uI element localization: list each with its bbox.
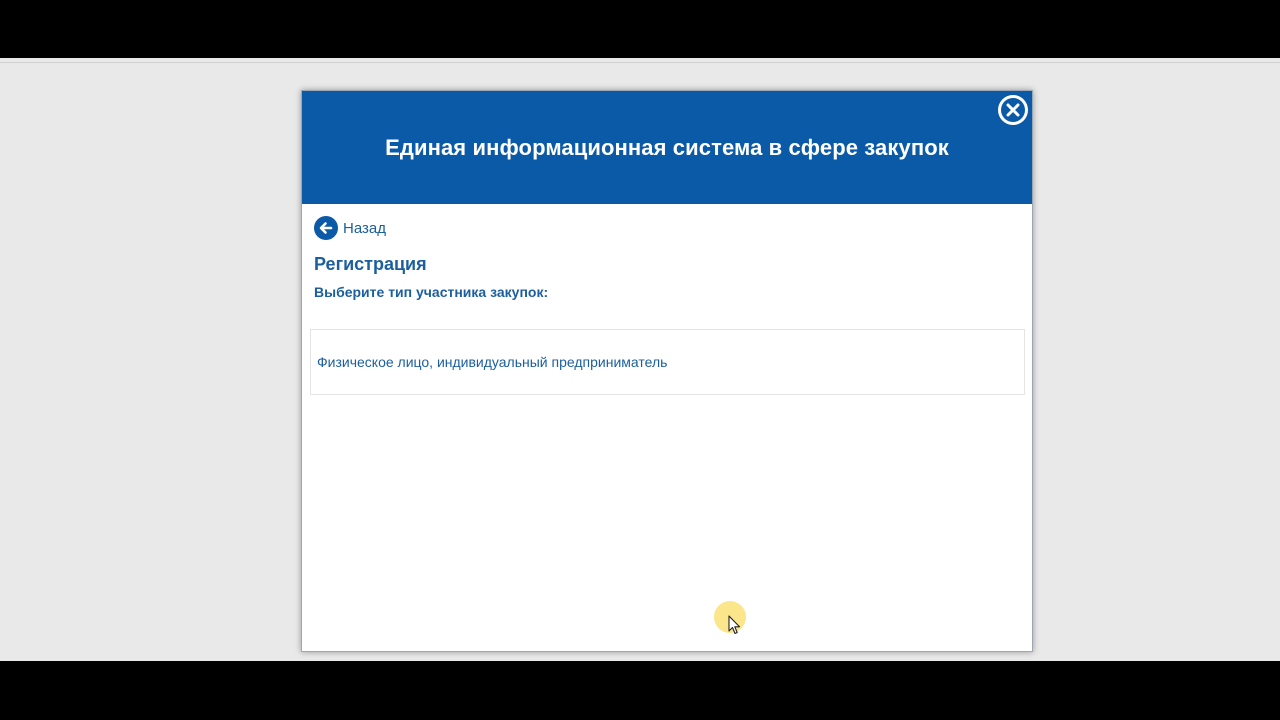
close-button[interactable] <box>998 95 1028 125</box>
back-link[interactable]: Назад <box>314 216 386 240</box>
option-individual-entrepreneur[interactable]: Физическое лицо, индивидуальный предприн… <box>310 329 1025 395</box>
browser-viewport: Единая информационная система в сфере за… <box>0 58 1280 661</box>
letterbox-top <box>0 0 1280 58</box>
registration-modal: Единая информационная система в сфере за… <box>301 90 1033 652</box>
option-label: Физическое лицо, индивидуальный предприн… <box>317 354 668 370</box>
back-label: Назад <box>343 219 386 237</box>
section-title: Регистрация <box>314 254 427 274</box>
letterbox-bottom <box>0 661 1280 720</box>
mouse-cursor <box>714 601 748 635</box>
close-icon <box>1001 98 1025 122</box>
section-subtitle: Выберите тип участника закупок: <box>314 284 549 300</box>
arrow-left-circle-icon <box>314 216 338 240</box>
cursor-arrow-icon <box>728 615 741 635</box>
modal-header: Единая информационная система в сфере за… <box>302 91 1032 204</box>
modal-title: Единая информационная система в сфере за… <box>385 134 949 160</box>
page-divider <box>0 62 1280 63</box>
